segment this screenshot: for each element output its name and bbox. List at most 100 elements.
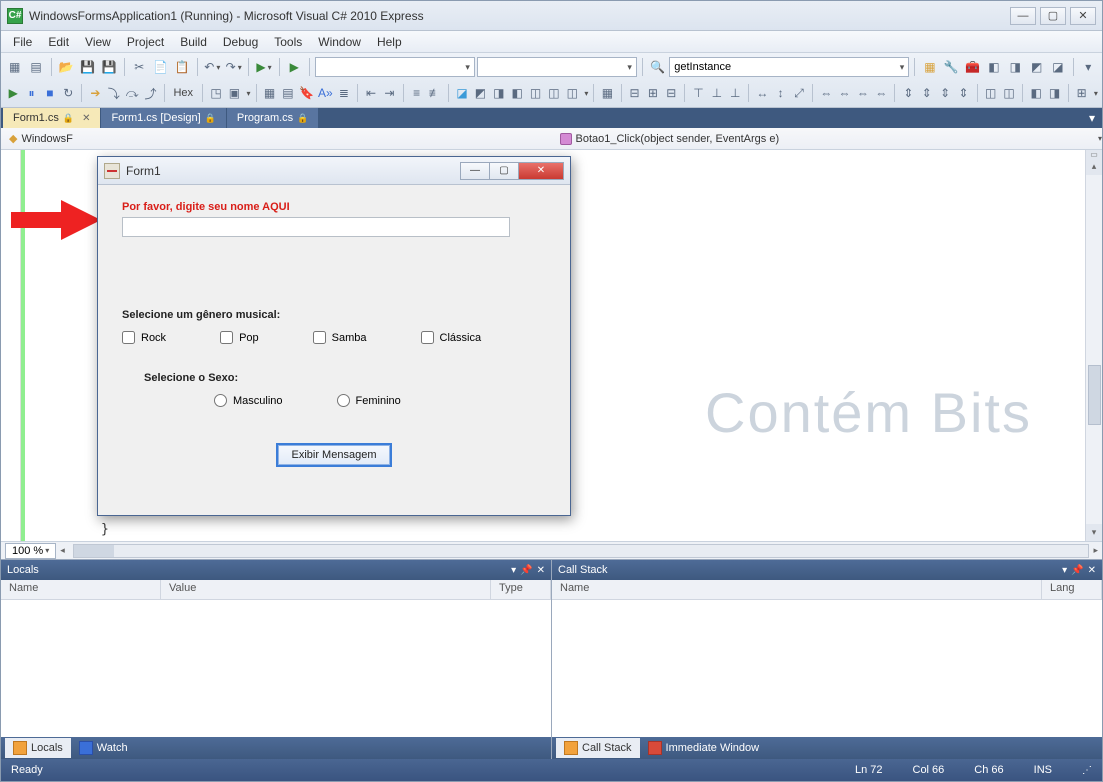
menu-help[interactable]: Help xyxy=(369,33,410,51)
scroll-right-icon[interactable]: ▸ xyxy=(1093,545,1098,556)
menu-file[interactable]: File xyxy=(5,33,40,51)
radio-feminino[interactable]: Feminino xyxy=(337,394,401,407)
menu-edit[interactable]: Edit xyxy=(40,33,77,51)
align-center-icon[interactable]: ⊞ xyxy=(645,83,661,103)
send-back-icon[interactable]: ◨ xyxy=(1046,83,1062,103)
tab-callstack[interactable]: Call Stack xyxy=(556,738,640,758)
show-next-statement-icon[interactable]: ➔ xyxy=(87,83,103,103)
center-vert-icon[interactable]: ◫ xyxy=(1001,83,1017,103)
tab-watch[interactable]: Watch xyxy=(71,738,136,758)
class-selector[interactable]: ◆ WindowsF xyxy=(1,132,552,145)
output-icon[interactable]: ▣ xyxy=(226,83,242,103)
tab-immediate[interactable]: Immediate Window xyxy=(640,738,768,758)
menu-build[interactable]: Build xyxy=(172,33,215,51)
form-close-button[interactable]: ✕ xyxy=(518,162,564,180)
vspace-equal-icon[interactable]: ⇕ xyxy=(900,83,916,103)
class-view-icon[interactable]: ◧ xyxy=(984,57,1003,77)
locals-body[interactable] xyxy=(1,600,551,737)
col-name[interactable]: Name xyxy=(552,580,1042,599)
col-value[interactable]: Value xyxy=(161,580,491,599)
display-quick-icon[interactable]: 🔖 xyxy=(298,83,315,103)
step-into-icon[interactable]: ⤵ xyxy=(106,83,122,103)
undo-icon[interactable]: ↶▾ xyxy=(203,57,222,77)
tab-files-dropdown-icon[interactable]: ▾ xyxy=(1082,108,1102,128)
checkbox-classica[interactable]: Clássica xyxy=(421,331,482,344)
redo-icon[interactable]: ↷▾ xyxy=(224,57,243,77)
checkbox-samba[interactable]: Samba xyxy=(313,331,367,344)
scroll-down-icon[interactable]: ▾ xyxy=(1086,524,1102,541)
toolbox-icon[interactable]: 🧰 xyxy=(963,57,982,77)
extension-manager-icon[interactable]: ◪ xyxy=(1048,57,1067,77)
same-width-icon[interactable]: ↔ xyxy=(754,83,770,103)
hspace-dec-icon[interactable]: ⇔ xyxy=(855,83,871,103)
checkbox-rock[interactable]: Rock xyxy=(122,331,166,344)
align-mid-icon[interactable]: ⊥ xyxy=(709,83,725,103)
name-input[interactable] xyxy=(122,217,510,237)
add-item-icon[interactable]: ▤ xyxy=(26,57,45,77)
display-object-icon[interactable]: ▦ xyxy=(261,83,277,103)
resize-grip-icon[interactable]: ⋰ xyxy=(1082,765,1092,776)
vspace-inc-icon[interactable]: ⇕ xyxy=(919,83,935,103)
break-all-icon[interactable]: ⏸ xyxy=(23,83,39,103)
editor-horizontal-scrollbar[interactable] xyxy=(73,544,1090,558)
continue-icon[interactable]: ▶ xyxy=(5,83,21,103)
tab-form1-cs[interactable]: Form1.cs 🔒 ✕ xyxy=(3,108,100,128)
start-dropdown-icon[interactable]: ▶▾ xyxy=(254,57,273,77)
start-icon[interactable]: ▶ xyxy=(285,57,304,77)
editor-vertical-scrollbar[interactable]: ▭ ▴ ▾ xyxy=(1085,150,1102,541)
save-icon[interactable]: 💾 xyxy=(78,57,97,77)
comment-out-icon[interactable]: ≡ xyxy=(408,83,424,103)
properties-icon[interactable]: 🔧 xyxy=(942,57,961,77)
stop-icon[interactable]: ■ xyxy=(42,83,58,103)
tab-locals[interactable]: Locals xyxy=(5,738,71,758)
scroll-left-icon[interactable]: ◂ xyxy=(60,545,65,556)
grid-align-icon[interactable]: ▦ xyxy=(599,83,615,103)
checkbox-pop[interactable]: Pop xyxy=(220,331,259,344)
panel-close-icon[interactable]: ✕ xyxy=(537,565,545,576)
display-param-icon[interactable]: ▤ xyxy=(280,83,296,103)
decrease-indent-icon[interactable]: ⇤ xyxy=(363,83,379,103)
tab-close-icon[interactable]: ✕ xyxy=(82,113,90,124)
text-editor-dropdown-icon[interactable]: ▾ xyxy=(584,89,588,98)
same-height-icon[interactable]: ↕ xyxy=(773,83,789,103)
panel-close-icon[interactable]: ✕ xyxy=(1088,565,1096,576)
menu-tools[interactable]: Tools xyxy=(266,33,310,51)
step-over-icon[interactable]: ⤼ xyxy=(124,83,140,103)
bookmark-toggle-icon[interactable]: ◪ xyxy=(454,83,470,103)
open-icon[interactable]: 📂 xyxy=(57,57,76,77)
display-word-icon[interactable]: A» xyxy=(317,83,334,103)
bookmark-next-icon[interactable]: ◨ xyxy=(491,83,507,103)
menu-project[interactable]: Project xyxy=(119,33,172,51)
tab-program-cs[interactable]: Program.cs 🔒 xyxy=(227,108,318,128)
align-left-icon[interactable]: ⊟ xyxy=(626,83,642,103)
radio-masculino[interactable]: Masculino xyxy=(214,394,283,407)
panel-pin-icon[interactable]: 📌 xyxy=(1071,565,1083,576)
bookmark-prev-doc-icon[interactable]: ◫ xyxy=(527,83,543,103)
form-minimize-button[interactable]: — xyxy=(460,162,490,180)
breakpoints-icon[interactable]: ◳ xyxy=(208,83,224,103)
submit-button[interactable]: Exibir Mensagem xyxy=(276,443,393,467)
restart-icon[interactable]: ↻ xyxy=(60,83,76,103)
panel-pin-icon[interactable]: 📌 xyxy=(520,565,532,576)
copy-icon[interactable]: 📄 xyxy=(151,57,170,77)
menu-debug[interactable]: Debug xyxy=(215,33,266,51)
form-maximize-button[interactable]: ▢ xyxy=(489,162,519,180)
layout-dropdown-icon[interactable]: ▾ xyxy=(1094,89,1098,98)
zoom-combo[interactable]: 100 %▾ xyxy=(5,543,56,559)
col-name[interactable]: Name xyxy=(1,580,161,599)
config-combo[interactable]: ▾ xyxy=(315,57,475,77)
bookmark-prev-icon[interactable]: ◩ xyxy=(472,83,488,103)
scroll-thumb[interactable] xyxy=(1088,365,1101,425)
panel-dropdown-icon[interactable]: ▾ xyxy=(511,565,516,576)
minimize-button[interactable]: — xyxy=(1010,7,1036,25)
code-editor[interactable]: o); "; } Contém Bits Form1 — ▢ ✕ Por fav… xyxy=(1,150,1102,541)
comment-icon[interactable]: ≣ xyxy=(336,83,352,103)
align-bottom-icon[interactable]: ⊥ xyxy=(727,83,743,103)
save-all-icon[interactable]: 💾 xyxy=(99,57,118,77)
paste-icon[interactable]: 📋 xyxy=(172,57,191,77)
split-handle-icon[interactable]: ▭ xyxy=(1086,150,1102,158)
close-button[interactable]: ✕ xyxy=(1070,7,1096,25)
bookmark-clear-icon[interactable]: ◧ xyxy=(509,83,525,103)
increase-indent-icon[interactable]: ⇥ xyxy=(381,83,397,103)
solution-explorer-icon[interactable]: ▦ xyxy=(920,57,939,77)
